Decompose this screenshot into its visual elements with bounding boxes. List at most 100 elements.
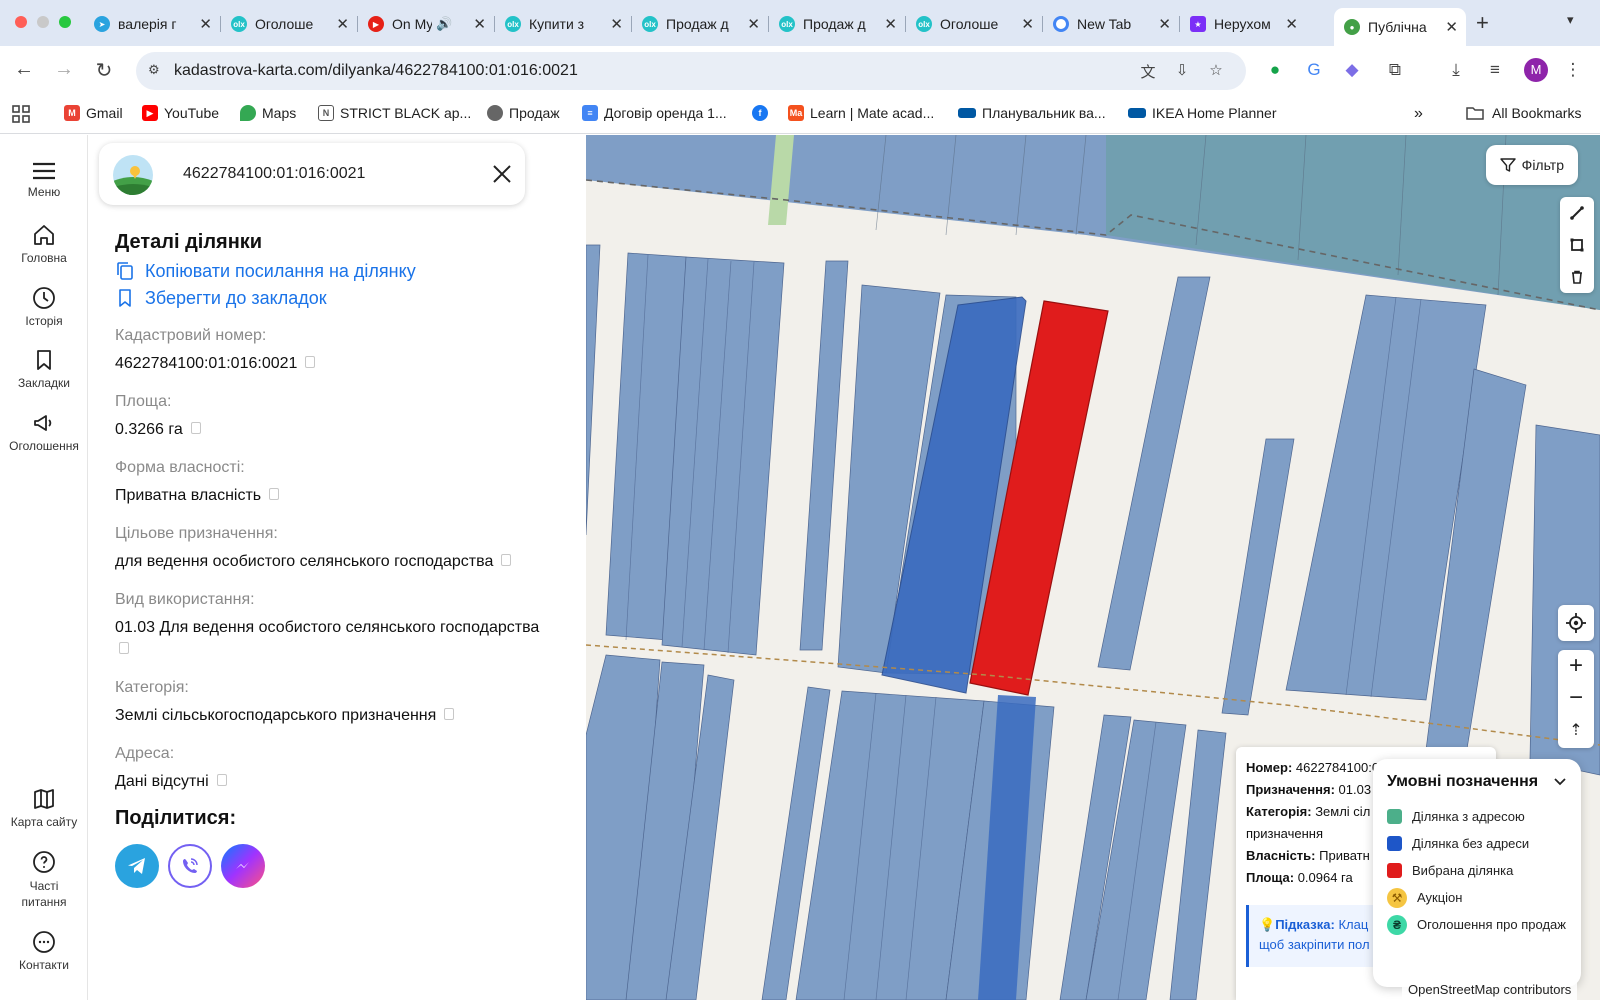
close-tab-icon[interactable]: ✕ [473,15,486,33]
browser-tab[interactable]: olx Продаж д ✕ [632,8,769,40]
extension-icon[interactable]: ◆ [1341,60,1363,82]
new-tab-button[interactable]: + [1476,10,1489,36]
mate-icon: Ma [788,105,804,121]
bookmark-mate-academy[interactable]: Ma Learn | Mate acad... [788,105,934,121]
zoom-in-button[interactable]: + [1558,650,1594,682]
viber-share-button[interactable] [168,844,212,888]
legend-item: Ділянка без адреси [1387,830,1567,857]
nav-history[interactable]: Історія [0,286,88,328]
bookmark-ikea-planner[interactable]: Планувальник ва... [958,105,1106,121]
legend-header[interactable]: Умовні позначення [1387,773,1567,791]
grammarly-icon[interactable]: ● [1264,60,1286,82]
more-bookmarks-icon[interactable]: » [1414,105,1423,123]
bookmark-maps[interactable]: Maps [240,105,296,121]
map-attribution[interactable]: OpenStreetMap contributors [1402,980,1578,1000]
all-bookmarks-button[interactable]: All Bookmarks [1466,105,1581,121]
copy-icon[interactable] [119,642,129,654]
profile-avatar[interactable]: M [1524,58,1548,82]
browser-tab[interactable]: New Tab ✕ [1043,8,1180,40]
media-control-icon[interactable]: ≡ [1484,60,1506,82]
trash-icon[interactable] [1560,261,1594,293]
chrome-icon [1053,16,1069,32]
bookmark-prodazh[interactable]: Продаж [487,105,560,121]
translate-icon[interactable]: 文 [1138,61,1158,81]
copy-icon[interactable] [501,554,512,566]
youtube-icon: ▶ [368,16,384,32]
maximize-window-button[interactable] [59,16,71,28]
bookmark-dogovir[interactable]: ≡ Договір оренда 1... [582,105,727,121]
nav-bookmarks[interactable]: Закладки [0,348,88,390]
copy-icon[interactable] [444,708,455,720]
nav-faq[interactable]: Часті питання [0,850,88,910]
nav-menu[interactable]: Меню [0,161,88,199]
zoom-out-button[interactable]: − [1558,682,1594,714]
copy-icon[interactable] [305,356,316,368]
reload-button[interactable]: ↻ [92,58,116,83]
close-tab-icon[interactable]: ✕ [199,15,212,33]
messenger-share-button[interactable] [221,844,265,888]
close-tab-icon[interactable]: ✕ [1445,18,1458,36]
locate-button[interactable] [1558,605,1594,641]
site-info-icon[interactable]: ⚙ [148,62,166,80]
bookmark-youtube[interactable]: ▶ YouTube [142,105,219,121]
nav-home[interactable]: Головна [0,223,88,265]
compass-north-icon[interactable]: ⇡ [1558,714,1594,746]
minimize-window-button[interactable] [37,16,49,28]
browser-tab[interactable]: ▶ On My 🔊 ✕ [358,8,495,40]
browser-menu-icon[interactable]: ⋮ [1562,60,1584,82]
bookmark-strict-black[interactable]: N STRICT BLACK ap... [318,105,471,121]
close-tab-icon[interactable]: ✕ [884,15,897,33]
nav-ads[interactable]: Оголошення [0,411,88,453]
download-icon[interactable]: ⤓ [1445,60,1467,82]
apps-grid-icon[interactable] [12,105,30,123]
audio-playing-icon[interactable]: 🔊 [436,16,452,32]
close-tab-icon[interactable]: ✕ [610,15,623,33]
tab-search-button[interactable]: ▾ [1567,12,1574,28]
save-bookmark-button[interactable]: Зберегти до закладок [115,287,575,309]
site-logo[interactable] [113,155,153,195]
telegram-share-button[interactable] [115,844,159,888]
browser-tab[interactable]: olx Купити з ✕ [495,8,632,40]
forward-button[interactable]: → [52,58,76,81]
back-button[interactable]: ← [12,58,36,81]
browser-tab[interactable]: ➤ валерія г ✕ [84,8,221,40]
browser-tab-active[interactable]: ● Публічна ✕ [1334,8,1466,46]
chevron-down-icon[interactable] [1553,777,1567,787]
extensions-puzzle-icon[interactable]: ⧉ [1384,60,1406,82]
hamburger-icon [33,162,55,180]
nav-contacts[interactable]: Контакти [0,930,88,972]
cadastral-map[interactable]: Фільтр + − ⇡ Номер: 4622784100:01:016:00… [586,135,1600,1000]
filter-button[interactable]: Фільтр [1485,145,1578,185]
close-tab-icon[interactable]: ✕ [747,15,760,33]
close-tab-icon[interactable]: ✕ [1021,15,1034,33]
bookmark-star-icon[interactable]: ☆ [1206,61,1226,81]
measure-area-icon[interactable] [1560,229,1594,261]
search-input[interactable]: 4622784100:01:016:0021 [183,165,365,183]
address-bar[interactable]: ⚙ kadastrova-karta.com/dilyanka/46227841… [136,52,1246,90]
close-tab-icon[interactable]: ✕ [1285,15,1298,33]
browser-tab[interactable]: ★ Нерухом ✕ [1180,8,1306,40]
messenger-icon [236,862,249,869]
browser-tab[interactable]: olx Продаж д ✕ [769,8,906,40]
google-translate-icon[interactable]: G [1303,60,1325,82]
close-window-button[interactable] [15,16,27,28]
close-icon[interactable] [491,163,513,185]
copy-icon[interactable] [190,422,201,434]
browser-tab[interactable]: olx Оголоше ✕ [906,8,1043,40]
copy-icon[interactable] [216,774,227,786]
bookmark-gmail[interactable]: M Gmail [64,105,123,121]
olx-icon: olx [779,16,795,32]
browser-tab[interactable]: olx Оголоше ✕ [221,8,358,40]
bookmark-ikea-home-planner[interactable]: IKEA Home Planner [1128,105,1277,121]
nav-sitemap[interactable]: Карта сайту [0,787,88,829]
olx-icon: olx [231,16,247,32]
copy-icon[interactable] [269,488,280,500]
url-text[interactable]: kadastrova-karta.com/dilyanka/4622784100… [174,62,578,80]
copy-link-button[interactable]: Копіювати посилання на ділянку [115,260,575,282]
measure-line-icon[interactable] [1560,197,1594,229]
bookmark-facebook[interactable]: f [752,105,774,121]
close-tab-icon[interactable]: ✕ [1158,15,1171,33]
close-tab-icon[interactable]: ✕ [336,15,349,33]
facebook-icon: f [752,105,768,121]
install-app-icon[interactable]: ⇩ [1172,61,1192,81]
